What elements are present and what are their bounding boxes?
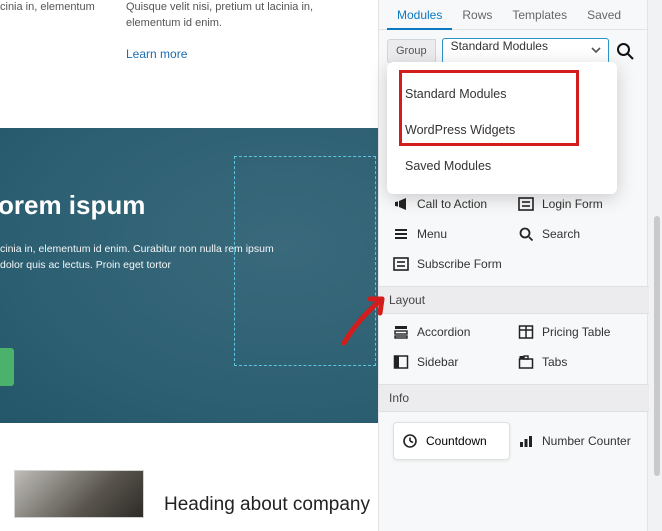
dropdown-option-saved[interactable]: Saved Modules — [387, 148, 617, 184]
module-subscribe-form[interactable]: Subscribe Form — [393, 256, 635, 272]
section-heading: Heading about company — [164, 494, 370, 516]
search-button[interactable] — [615, 41, 637, 61]
column-a-text: cinia in, elementum — [0, 0, 110, 64]
column-b-text: Quisque velit nisi, pretium ut lacinia i… — [126, 0, 366, 32]
menu-icon — [393, 226, 409, 242]
module-tabs[interactable]: Tabs — [518, 354, 635, 370]
module-menu[interactable]: Menu — [393, 226, 510, 242]
tab-saved[interactable]: Saved — [577, 0, 631, 30]
section-info: Info — [379, 384, 649, 412]
tab-rows[interactable]: Rows — [452, 0, 502, 30]
module-sidebar[interactable]: Sidebar — [393, 354, 510, 370]
group-label: Group — [387, 39, 436, 63]
image-thumbnail[interactable] — [14, 470, 144, 518]
form-icon — [393, 256, 409, 272]
table-icon — [518, 324, 534, 340]
search-icon — [518, 226, 534, 242]
tab-modules[interactable]: Modules — [387, 0, 452, 30]
cta-button-edge[interactable] — [0, 348, 14, 386]
group-select[interactable]: Standard Modules — [442, 38, 609, 64]
section-layout: Layout — [379, 286, 649, 314]
module-login-form[interactable]: Login Form — [518, 196, 635, 212]
module-search[interactable]: Search — [518, 226, 635, 242]
module-countdown[interactable]: Countdown — [393, 422, 510, 460]
panel-tabs: Modules Rows Templates Saved — [379, 0, 647, 30]
dropdown-option-standard[interactable]: Standard Modules — [387, 76, 617, 112]
form-icon — [518, 196, 534, 212]
drop-zone[interactable] — [234, 156, 376, 366]
dropdown-option-widgets[interactable]: WordPress Widgets — [387, 112, 617, 148]
tabs-icon — [518, 354, 534, 370]
module-call-to-action[interactable]: Call to Action — [393, 196, 510, 212]
group-dropdown: Standard Modules WordPress Widgets Saved… — [387, 62, 617, 194]
bars-icon — [518, 433, 534, 449]
learn-more-link[interactable]: Learn more — [126, 46, 187, 63]
megaphone-icon — [393, 196, 409, 212]
builder-panel: Modules Rows Templates Saved Group Stand… — [378, 0, 662, 531]
module-number-counter[interactable]: Number Counter — [518, 422, 635, 460]
panel-scrollbar[interactable] — [654, 216, 660, 476]
search-icon — [615, 41, 637, 61]
module-accordion[interactable]: Accordion — [393, 324, 510, 340]
page-canvas: cinia in, elementum Quisque velit nisi, … — [0, 0, 378, 531]
clock-icon — [402, 433, 418, 449]
chevron-down-icon — [590, 44, 602, 56]
module-pricing-table[interactable]: Pricing Table — [518, 324, 635, 340]
accordion-icon — [393, 324, 409, 340]
sidebar-icon — [393, 354, 409, 370]
tab-templates[interactable]: Templates — [502, 0, 577, 30]
group-select-value: Standard Modules — [451, 39, 548, 53]
modules-list: Call to Action Login Form Menu Search Su… — [379, 196, 649, 480]
